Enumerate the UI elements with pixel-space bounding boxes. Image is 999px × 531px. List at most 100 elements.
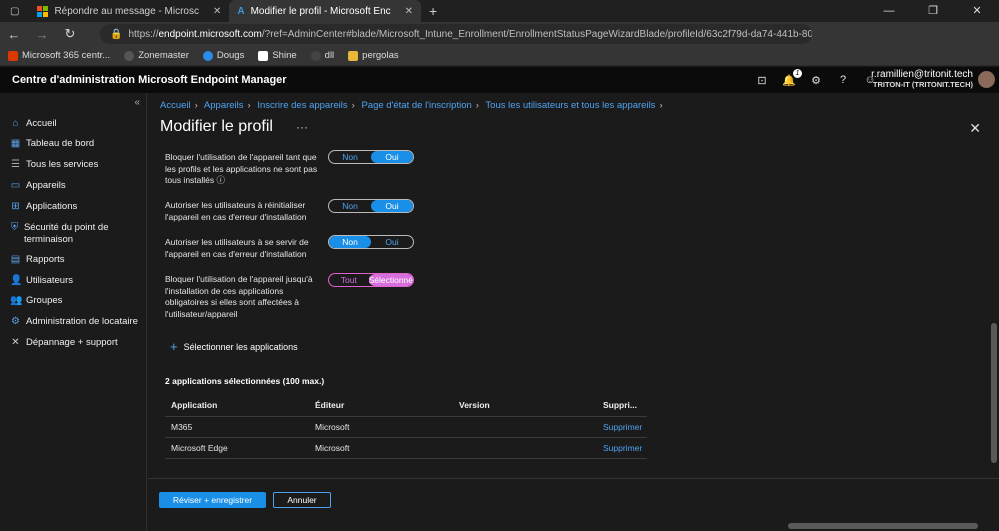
bookmark-m365[interactable]: Microsoft 365 centr... xyxy=(8,50,110,61)
browser-tab-bar: ▢ Répondre au message - Microsc ✕ A Modi… xyxy=(0,0,999,22)
url-input[interactable]: 🔒 https://endpoint.microsoft.com/?ref=Ad… xyxy=(100,24,812,44)
gear-icon[interactable]: ⚙ xyxy=(809,74,823,87)
column-header-application[interactable]: Application xyxy=(165,395,309,417)
back-icon[interactable]: ← xyxy=(0,27,28,42)
toggle-block-until-installed: Non Oui xyxy=(328,150,414,164)
setting-label-allow-use: Autoriser les utilisateurs à se servir d… xyxy=(165,237,309,259)
table-header-row: Application Éditeur Version Suppri... xyxy=(165,395,647,417)
vertical-scrollbar[interactable] xyxy=(989,153,999,473)
breadcrumb-page-etat[interactable]: Page d'état de l'inscription xyxy=(361,100,471,111)
minimize-icon[interactable]: — xyxy=(867,0,911,22)
bookmark-label: Zonemaster xyxy=(138,50,189,61)
notifications-icon[interactable]: 🔔 1 xyxy=(782,68,802,87)
bookmark-shine[interactable]: Shine xyxy=(258,50,297,61)
sidebar-item-administration-locataire[interactable]: ⚙ Administration de locataire xyxy=(10,316,138,328)
forward-icon[interactable]: → xyxy=(28,27,56,42)
breadcrumb-appareils[interactable]: Appareils xyxy=(204,100,244,111)
sidebar-item-tableau-de-bord[interactable]: ▦ Tableau de bord xyxy=(10,138,94,150)
new-tab-icon[interactable]: + xyxy=(421,0,445,22)
breadcrumb-inscrire[interactable]: Inscrire des appareils xyxy=(257,100,347,111)
wrench-icon: ✕ xyxy=(11,337,20,348)
browser-tab-outlook[interactable]: Répondre au message - Microsc ✕ xyxy=(29,0,229,22)
user-account[interactable]: r.ramillien@tritonit.tech TRITON-IT (TRI… xyxy=(871,70,973,90)
sidebar-item-label: Administration de locataire xyxy=(26,316,138,327)
group-icon: 👥 xyxy=(10,295,23,306)
window-close-icon[interactable]: ✕ xyxy=(955,0,999,22)
toggle-option-oui[interactable]: Oui xyxy=(371,151,413,163)
avatar[interactable] xyxy=(978,71,995,88)
toggle-required-apps: Tout Sélectionné xyxy=(328,273,414,287)
remove-app-link[interactable]: Supprimer xyxy=(597,416,647,438)
sidebar-item-label: Sécurité du point de terminaison xyxy=(23,222,109,245)
sidebar-item-label: Tous les services xyxy=(26,159,99,170)
cancel-button[interactable]: Annuler xyxy=(273,492,331,508)
toggle-option-selectionne[interactable]: Sélectionné xyxy=(368,274,413,286)
sidebar-item-appareils[interactable]: ▭ Appareils xyxy=(10,180,66,192)
breadcrumb-accueil[interactable]: Accueil xyxy=(160,100,191,111)
app-name: M365 xyxy=(165,416,309,438)
bookmark-zonemaster[interactable]: Zonemaster xyxy=(124,50,189,61)
toggle-option-tout[interactable]: Tout xyxy=(329,274,369,286)
sidebar-item-label: Appareils xyxy=(26,180,66,191)
app-name: Microsoft Edge xyxy=(165,437,309,459)
bookmark-dll[interactable]: dll xyxy=(310,50,334,61)
tenant-name: TRITON-IT (TRITONIT.TECH) xyxy=(872,80,973,89)
dashboard-icon: ▦ xyxy=(10,138,21,149)
sidebar-item-tous-les-services[interactable]: ☰ Tous les services xyxy=(10,159,98,171)
app-title: Centre d'administration Microsoft Endpoi… xyxy=(12,74,287,86)
help-icon[interactable]: ? xyxy=(836,74,850,86)
dougs-icon xyxy=(202,50,213,61)
toggle-option-oui[interactable]: Oui xyxy=(371,236,413,248)
scroll-thumb[interactable] xyxy=(991,323,997,463)
toggle-option-non[interactable]: Non xyxy=(329,151,371,163)
close-tab-icon[interactable]: ✕ xyxy=(405,6,413,17)
main-panel: Accueil › Appareils › Inscrire des apparei… xyxy=(148,93,999,531)
page-title: Modifier le profil xyxy=(160,118,273,135)
more-options-icon[interactable]: ··· xyxy=(296,120,308,134)
bookmark-dougs[interactable]: Dougs xyxy=(202,50,245,61)
sidebar-item-label: Dépannage + support xyxy=(26,337,118,348)
microsoft-logo-icon xyxy=(37,5,49,17)
remote-help-icon[interactable]: ⊡ xyxy=(755,74,769,87)
sidebar-item-groupes[interactable]: 👥 Groupes xyxy=(10,295,62,307)
sidebar-item-utilisateurs[interactable]: 👤 Utilisateurs xyxy=(10,275,73,287)
apps-grid-icon: ⊞ xyxy=(11,201,20,212)
bookmark-pergolas[interactable]: pergolas xyxy=(348,50,399,61)
table-row: M365 Microsoft Supprimer xyxy=(165,416,647,438)
toggle-allow-reset: Non Oui xyxy=(328,199,414,213)
column-header-version[interactable]: Version xyxy=(453,395,597,417)
refresh-icon[interactable]: ↻ xyxy=(56,26,84,42)
toggle-option-non[interactable]: Non xyxy=(329,236,371,248)
sidebar-item-securite[interactable]: ⛨ Sécurité du point de terminaison xyxy=(10,222,135,246)
sidebar-item-accueil[interactable]: ⌂ Accueil xyxy=(10,118,56,130)
column-header-supprimer[interactable]: Suppri... xyxy=(597,395,647,417)
close-tab-icon[interactable]: ✕ xyxy=(213,6,221,17)
select-apps-link[interactable]: + Sélectionner les applications xyxy=(170,339,298,354)
sidebar-item-depannage[interactable]: ✕ Dépannage + support xyxy=(10,337,118,349)
close-icon[interactable]: ✕ xyxy=(969,120,981,137)
scroll-thumb[interactable] xyxy=(788,523,978,529)
sidebar-item-applications[interactable]: ⊞ Applications xyxy=(10,201,77,213)
tab-actions-icon[interactable]: ▢ xyxy=(0,0,29,22)
setting-label-allow-reset: Autoriser les utilisateurs à réinitialis… xyxy=(165,200,307,222)
toggle-option-non[interactable]: Non xyxy=(329,200,371,212)
office-icon xyxy=(8,50,18,61)
tenant-admin-icon: ⚙ xyxy=(11,316,20,327)
url-host: endpoint.microsoft.com xyxy=(158,28,262,40)
review-save-button[interactable]: Réviser + enregistrer xyxy=(159,492,266,508)
restore-icon[interactable]: ❐ xyxy=(911,0,955,22)
breadcrumb-tous-utilisateurs[interactable]: Tous les utilisateurs et tous les appare… xyxy=(485,100,655,111)
select-apps-label: Sélectionner les applications xyxy=(183,341,298,352)
toggle-option-oui[interactable]: Oui xyxy=(371,200,413,212)
bookmark-label: Dougs xyxy=(216,50,245,61)
horizontal-scrollbar[interactable] xyxy=(148,521,999,531)
sidebar-item-rapports[interactable]: ▤ Rapports xyxy=(10,254,65,266)
github-icon xyxy=(310,50,321,61)
column-header-editeur[interactable]: Éditeur xyxy=(309,395,453,417)
app-header: Centre d'administration Microsoft Endpoi… xyxy=(0,67,999,93)
azure-icon: A xyxy=(237,5,245,17)
remove-app-link[interactable]: Supprimer xyxy=(597,437,647,459)
collapse-sidebar-icon[interactable]: « xyxy=(134,97,140,108)
browser-tab-endpoint[interactable]: A Modifier le profil - Microsoft Enc ✕ xyxy=(229,0,422,22)
toggle-allow-use: Non Oui xyxy=(328,235,414,249)
